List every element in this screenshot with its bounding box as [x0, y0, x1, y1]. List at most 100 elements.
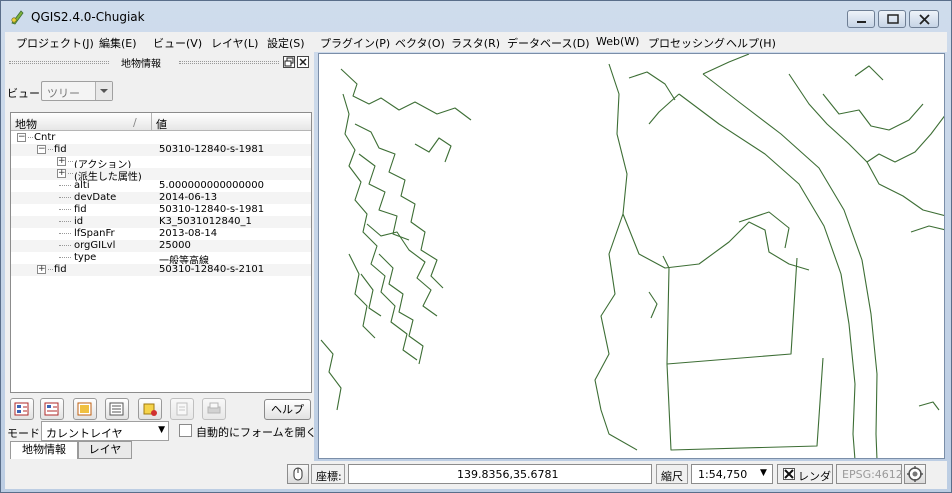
panel-title: 地物情報: [121, 59, 161, 70]
contour-line: [666, 357, 824, 451]
collapse-icon: [44, 402, 59, 416]
menu-view[interactable]: ビュー(V): [153, 35, 202, 51]
menu-edit[interactable]: 編集(E): [99, 35, 137, 51]
help-button[interactable]: ヘルプ: [264, 399, 311, 420]
render-toggle[interactable]: レンダ: [777, 464, 833, 484]
contour-line: [378, 253, 424, 365]
mode-select-value: カレントレイヤ: [46, 427, 123, 440]
qgis-logo-icon: [11, 10, 24, 25]
contour-line: [340, 68, 472, 121]
collapse-icon[interactable]: −: [37, 145, 46, 154]
panel-title-bar[interactable]: 地物情報: [5, 54, 314, 70]
expand-icon[interactable]: +: [57, 157, 66, 166]
tree-row-key: devDate: [74, 192, 117, 203]
contour-line: [320, 339, 342, 411]
tree-connector: [59, 245, 71, 246]
copy-to-clipboard-button[interactable]: [170, 398, 194, 420]
mode-select[interactable]: カレントレイヤ ▼: [41, 421, 169, 441]
contour-line: [702, 54, 750, 75]
window-title: QGIS2.4.0-Chugiak: [31, 10, 145, 24]
tree-row-key: Cntr: [34, 132, 56, 143]
menu-processing[interactable]: プロセッシング: [648, 35, 725, 51]
menu-settings[interactable]: 設定(S): [267, 35, 305, 51]
tree-row-value: 2013-08-14: [159, 228, 218, 239]
copy-icon: [176, 402, 188, 416]
chevron-down-icon: ▼: [760, 468, 767, 478]
expand-all-button[interactable]: [10, 398, 34, 420]
maximize-button[interactable]: [878, 10, 906, 28]
minimize-icon: [857, 21, 866, 23]
tree-row[interactable]: fid 50310-12840-s-1981: [11, 204, 311, 216]
contour-line: [342, 93, 418, 361]
contour-line: [822, 93, 924, 131]
crs-button[interactable]: [904, 464, 926, 484]
tree-row[interactable]: + (アクション): [11, 156, 311, 171]
tree-row-key: id: [74, 216, 84, 227]
expand-new-results-button[interactable]: [73, 398, 97, 420]
tree-row[interactable]: id K3_5031012840_1: [11, 216, 311, 228]
toggle-extents-button[interactable]: [287, 464, 309, 484]
tree-header: 地物 ∕ 値: [11, 113, 311, 131]
tree-row-key: fid: [54, 264, 67, 275]
render-label: レンダ: [798, 470, 831, 483]
collapse-all-button[interactable]: [40, 398, 64, 420]
tree-row[interactable]: type 一般等高線: [11, 252, 311, 267]
minimize-button[interactable]: [847, 10, 875, 28]
column-header-value[interactable]: 値: [156, 116, 167, 132]
render-checkbox-icon[interactable]: [783, 468, 795, 480]
chevron-down-icon: ▼: [158, 425, 165, 435]
menu-plugins[interactable]: プラグイン(P): [320, 35, 390, 51]
tree-row[interactable]: orgGILvl 25000: [11, 240, 311, 252]
map-canvas[interactable]: [318, 53, 945, 459]
tree-row-key: lfSpanFr: [74, 228, 115, 239]
menu-project[interactable]: プロジェクト(J): [16, 35, 94, 51]
contour-line: [648, 291, 658, 319]
scale-label-box: 縮尺: [656, 464, 688, 484]
status-bar: 座標: 139.8356,35.6781 縮尺 1:54,750 ▼ レンダ E…: [5, 461, 947, 489]
auto-open-form-checkbox[interactable]: [179, 424, 192, 437]
collapse-icon[interactable]: −: [17, 133, 26, 142]
view-select[interactable]: ツリー: [41, 81, 113, 101]
menu-vector[interactable]: ベクタ(O): [395, 35, 445, 51]
panel-float-button[interactable]: [283, 56, 295, 68]
sort-indicator-icon: ∕: [133, 116, 137, 129]
crs-label: EPSG:4612: [842, 468, 903, 481]
view-select-value: ツリー: [47, 87, 80, 100]
expand-icon[interactable]: +: [37, 265, 46, 274]
tree-connector: [48, 149, 53, 150]
contour-line: [866, 161, 944, 217]
menu-help[interactable]: ヘルプ(H): [726, 35, 776, 51]
contour-line: [594, 213, 638, 451]
menu-web[interactable]: Web(W): [596, 35, 639, 48]
crs-status-box[interactable]: EPSG:4612: [836, 464, 903, 484]
copy-feature-button[interactable]: [138, 398, 162, 420]
coordinate-field[interactable]: 139.8356,35.6781: [348, 464, 652, 484]
contour-line: [628, 71, 676, 101]
tree-row[interactable]: − fid 50310-12840-s-1981: [11, 144, 311, 156]
coordinate-value: 139.8356,35.6781: [457, 468, 559, 481]
expand-icon[interactable]: +: [57, 169, 66, 178]
menu-raster[interactable]: ラスタ(R): [451, 35, 500, 51]
contour-line: [918, 401, 940, 411]
tree-row[interactable]: + (派生した属性): [11, 168, 311, 183]
column-header-feature[interactable]: 地物: [15, 116, 37, 132]
print-button[interactable]: [202, 398, 226, 420]
coordinate-label-box: 座標:: [311, 464, 345, 484]
tree-row[interactable]: lfSpanFr 2013-08-14: [11, 228, 311, 240]
tab-identify-results[interactable]: 地物情報: [10, 441, 78, 459]
scale-select[interactable]: 1:54,750 ▼: [691, 464, 773, 484]
tree-row[interactable]: + fid 50310-12840-s-2101: [11, 264, 311, 276]
column-divider[interactable]: [151, 113, 152, 131]
panel-close-button[interactable]: [297, 56, 309, 68]
identify-results-tree[interactable]: 地物 ∕ 値 − Cntr − fid 50310-12840-s-1981 + (アクショ…: [10, 112, 312, 393]
tree-row[interactable]: alti 5.000000000000000: [11, 180, 311, 192]
menu-layer[interactable]: レイヤ(L): [211, 35, 258, 51]
tree-row[interactable]: − Cntr: [11, 132, 311, 144]
clear-results-button[interactable]: [105, 398, 129, 420]
tree-row[interactable]: devDate 2014-06-13: [11, 192, 311, 204]
maximize-icon: [887, 14, 899, 24]
tab-layers[interactable]: レイヤ: [78, 441, 132, 459]
contour-line: [702, 73, 878, 458]
close-button[interactable]: [909, 10, 939, 28]
menu-database[interactable]: データベース(D): [507, 35, 590, 51]
